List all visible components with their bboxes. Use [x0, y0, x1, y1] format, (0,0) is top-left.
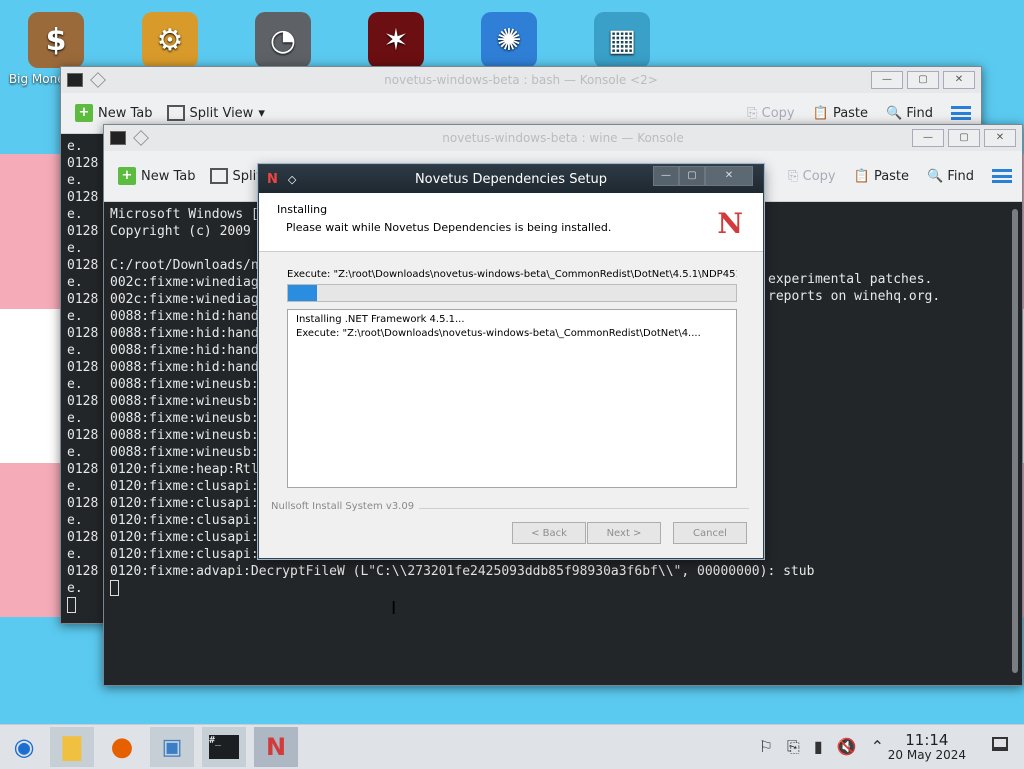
split-view-icon	[209, 168, 228, 184]
close-button[interactable]: ✕	[705, 166, 753, 186]
minimize-button[interactable]: —	[653, 166, 679, 186]
folder-icon: ▇	[62, 733, 82, 761]
split-view-icon	[166, 105, 185, 121]
dialog-header: Installing Please wait while Novetus Dep…	[259, 193, 763, 252]
maximize-button[interactable]: ▢	[948, 129, 980, 147]
split-view-button[interactable]: Split View ▾	[166, 105, 265, 121]
taskbar-firefox[interactable]: ●	[100, 727, 144, 767]
desktop-app-icon: ◔	[255, 12, 311, 68]
new-tab-button[interactable]: + New Tab	[75, 104, 153, 122]
taskbar-konsole[interactable]: #_	[202, 727, 246, 767]
desktop-app-icon: ▦	[594, 12, 650, 68]
start-menu-button[interactable]: ◉	[2, 727, 46, 767]
taskbar: ◉ ▇ ● ▣ #_ N ⚐ ⎘ ▮ 🔇 ⌃ 11:14 20 May 2024	[0, 724, 1024, 769]
show-desktop-button[interactable]	[992, 737, 1008, 751]
copy-button[interactable]: ⎘ Copy	[747, 106, 795, 121]
novetus-icon: N	[265, 733, 287, 761]
setup-dialog[interactable]: N ◇ Novetus Dependencies Setup — ▢ ✕ Ins…	[258, 164, 764, 559]
dialog-heading: Installing	[277, 203, 328, 216]
find-button[interactable]: 🔍 Find	[886, 106, 933, 121]
battery-icon[interactable]: ▮	[814, 737, 823, 757]
volume-muted-icon[interactable]: 🔇	[837, 737, 857, 757]
window-title: novetus-windows-beta : bash — Konsole <2…	[384, 73, 658, 87]
monitor-icon: ▣	[161, 734, 183, 760]
dialog-titlebar[interactable]: N ◇ Novetus Dependencies Setup — ▢ ✕	[259, 165, 763, 193]
maximize-button[interactable]: ▢	[907, 71, 939, 89]
next-button[interactable]: Next >	[587, 522, 661, 544]
clock[interactable]: 11:14 20 May 2024	[888, 732, 966, 762]
execute-status: Execute: "Z:\root\Downloads\novetus-wind…	[287, 269, 737, 280]
system-tray: ⚐ ⎘ ▮ 🔇 ⌃	[759, 737, 884, 757]
close-button[interactable]: ✕	[943, 71, 975, 89]
divider	[419, 508, 749, 509]
window-title: novetus-windows-beta : wine — Konsole	[442, 131, 684, 145]
paste-button[interactable]: 📋 Paste	[813, 106, 868, 121]
desktop-app-icon: ⚙	[142, 12, 198, 68]
installer-brand: Nullsoft Install System v3.09	[271, 501, 415, 512]
taskbar-novetus[interactable]: N	[254, 727, 298, 767]
new-tab-button[interactable]: + New Tab	[118, 167, 196, 185]
desktop-app-icon: ✺	[481, 12, 537, 68]
konsole-titlebar[interactable]: novetus-windows-beta : bash — Konsole <2…	[61, 67, 981, 93]
desktop-app-icon: $	[28, 12, 84, 68]
install-log[interactable]: Installing .NET Framework 4.5.1... Execut…	[287, 309, 737, 488]
taskbar-system-settings[interactable]: ▣	[150, 727, 194, 767]
terminal-scrollbar[interactable]	[1012, 209, 1018, 673]
hamburger-menu-icon[interactable]	[992, 169, 1012, 183]
windows-logo-icon: ◉	[13, 733, 35, 761]
paste-button[interactable]: 📋 Paste	[854, 169, 909, 184]
konsole-titlebar[interactable]: novetus-windows-beta : wine — Konsole — …	[104, 125, 1022, 151]
install-progress-bar	[287, 284, 737, 302]
terminal-icon: #_	[209, 735, 239, 759]
clipboard-icon[interactable]: ⎘	[787, 737, 800, 757]
hamburger-menu-icon[interactable]	[951, 106, 971, 120]
add-icon: +	[75, 104, 93, 122]
text-cursor-icon: I	[391, 598, 397, 619]
minimize-button[interactable]: —	[871, 71, 903, 89]
terminal-cursor	[110, 580, 1016, 601]
novetus-logo-icon: N	[717, 207, 743, 240]
back-button[interactable]: < Back	[512, 522, 586, 544]
maximize-button[interactable]: ▢	[679, 166, 705, 186]
dialog-subheading: Please wait while Novetus Dependencies i…	[286, 221, 612, 234]
cancel-button[interactable]: Cancel	[673, 522, 747, 544]
minimize-button[interactable]: —	[912, 129, 944, 147]
taskbar-file-manager[interactable]: ▇	[50, 727, 94, 767]
terminal-line: 0120:fixme:advapi:DecryptFileW (L"C:\\27…	[110, 564, 815, 579]
terminal-right-text: experimental patches. reports on winehq.…	[768, 272, 941, 304]
copy-button[interactable]: ⎘ Copy	[788, 169, 836, 184]
close-button[interactable]: ✕	[984, 129, 1016, 147]
log-line: Execute: "Z:\root\Downloads\novetus-wind…	[296, 328, 701, 339]
firefox-icon: ●	[110, 732, 134, 762]
log-line: Installing .NET Framework 4.5.1...	[296, 314, 465, 325]
chevron-up-icon[interactable]: ⌃	[871, 737, 884, 757]
find-button[interactable]: 🔍 Find	[927, 169, 974, 184]
add-icon: +	[118, 167, 136, 185]
desktop-app-icon: ✶	[368, 12, 424, 68]
notifications-icon[interactable]: ⚐	[759, 737, 773, 757]
